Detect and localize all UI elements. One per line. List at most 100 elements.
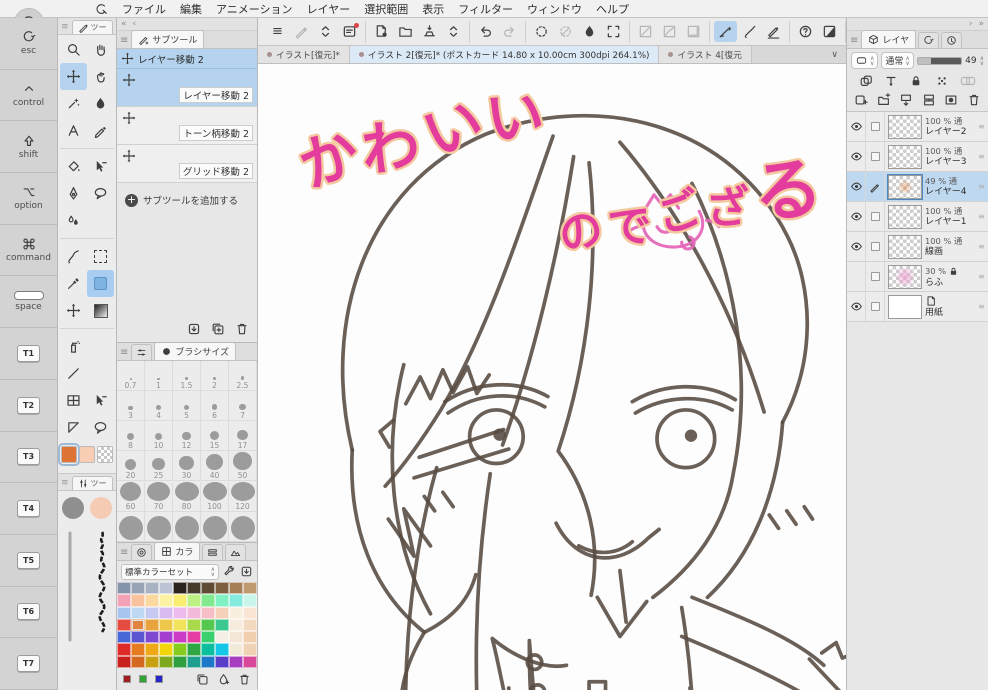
layer-drag-handle[interactable]: ≡ [978,272,988,281]
palm-support-icon[interactable] [794,21,817,42]
tab-tool-property[interactable]: ツー [71,476,113,490]
layer-visibility-toggle[interactable] [847,232,866,261]
palette-swatch[interactable] [243,618,257,632]
layer-visibility-toggle[interactable] [847,142,866,171]
auto-select-tool[interactable] [60,90,87,117]
palette-swatch[interactable] [229,655,243,668]
brush-size-cell[interactable]: 120 [229,481,257,512]
palette-swatch[interactable] [229,618,243,632]
blend-to-below-icon[interactable] [859,74,873,88]
palette-swatch[interactable] [159,618,173,632]
palette-swatch[interactable] [159,606,173,619]
palette-swatch[interactable] [131,655,145,668]
shortcut-key-t4[interactable]: T4 [0,483,57,535]
palette-swatch[interactable] [117,618,131,632]
grab-tool[interactable] [87,63,114,90]
palette-swatch[interactable] [187,606,201,619]
layer-row[interactable]: 100 % 通線画 ≡ [847,232,988,262]
palette-swatch[interactable] [117,643,131,656]
palette-swatch[interactable] [145,606,159,619]
pen-tool[interactable] [60,180,87,207]
palette-swatch[interactable] [201,643,215,656]
palette-swatch[interactable] [243,582,257,595]
panel-menu-icon[interactable]: ≡ [850,35,858,48]
palette-swatch[interactable] [117,655,131,668]
shortcut-key-control[interactable]: control [0,69,57,122]
subtool-item[interactable]: トーン柄移動 2 [117,107,257,145]
layer-thumbnail[interactable] [888,264,922,289]
palette-swatch[interactable] [229,594,243,607]
tab-layer-property[interactable] [918,32,940,48]
move-layer-tool[interactable] [60,63,87,90]
palette-swatch[interactable] [159,631,173,644]
decoration-tool[interactable] [60,333,87,360]
brush-size-cell[interactable]: 7 [229,391,257,422]
palette-swatch[interactable] [187,618,201,632]
document-tab[interactable]: イラスト 2[復元]* (ポストカード 14.80 x 10.00cm 300d… [349,46,660,63]
palette-swatch[interactable] [117,606,131,619]
new-file-icon[interactable] [370,21,393,42]
brush-size-cell[interactable]: 4 [145,391,173,422]
fill-icon[interactable] [578,21,601,42]
sub-color-swatch[interactable] [79,446,95,463]
palette-swatch[interactable] [229,631,243,644]
quick-color-swatch[interactable] [123,675,131,683]
add-subtool-button[interactable]: + サブツールを追加する [117,183,257,217]
expand-icon[interactable] [442,21,465,42]
palette-swatch[interactable] [215,631,229,644]
edit-icon[interactable] [290,21,313,42]
layer-thumbnail[interactable] [888,204,922,229]
palette-swatch[interactable] [173,631,187,644]
duplicate-subtool-icon[interactable] [211,322,225,336]
brush-size-cell[interactable]: 0.7 [117,361,145,391]
replace-color-icon[interactable] [217,673,230,686]
pencil-line-icon[interactable] [762,21,785,42]
brush-size-cell[interactable]: 1.5 [173,361,201,391]
delete-layer-icon[interactable] [967,93,981,107]
enable-mask-icon[interactable] [960,74,976,88]
brush-size-cell[interactable]: 12 [173,421,201,452]
tab-subtool[interactable]: サブツール [131,30,205,48]
subtool-item[interactable]: グリッド移動 2 [117,145,257,183]
opacity-stepper-icon[interactable]: ∧ ∨ [980,55,984,66]
merge-to-below-icon[interactable] [922,93,936,107]
menu-item[interactable]: 表示 [422,1,444,17]
brush-size-cell[interactable]: 10 [145,421,173,452]
palette-swatch[interactable] [229,582,243,595]
brush-size-cell[interactable]: 17 [229,421,257,452]
panel-menu-icon[interactable]: ≡ [120,347,128,360]
shortcut-key-space[interactable]: space [0,276,57,329]
collapse-right-icon[interactable]: » [978,19,984,29]
layer-drag-handle[interactable]: ≡ [978,122,988,131]
palette-swatch[interactable] [187,631,201,644]
brush-tip-preview-1[interactable] [62,497,84,519]
brush-size-cell[interactable]: 70 [145,481,173,512]
shortcut-key-command[interactable]: command [0,224,57,277]
export-icon[interactable] [418,21,441,42]
airbrush-tool[interactable] [87,117,114,144]
layer-row[interactable]: 100 % 通レイヤー1 ≡ [847,202,988,232]
menu-item[interactable]: ウィンドウ [527,1,582,17]
line-tool[interactable] [60,360,87,387]
brush-size-cell[interactable]: 60 [117,481,145,512]
panel-menu-icon[interactable]: ≡ [120,547,128,560]
brush-size-cell[interactable]: 15 [201,421,229,452]
palette-swatch[interactable] [159,594,173,607]
palette-swatch[interactable] [201,655,215,668]
palette-swatch[interactable] [243,594,257,607]
palette-swatch[interactable] [201,618,215,632]
figure-select-tool[interactable] [87,180,114,207]
palette-swatch[interactable] [173,655,187,668]
smooth-stroke-preview[interactable] [66,529,74,644]
shortcut-key-t5[interactable]: T5 [0,534,57,587]
brush-size-cell[interactable] [201,511,229,542]
selection-launcher[interactable] [87,270,114,297]
panel-menu-icon[interactable]: ≡ [120,35,128,48]
text-tool[interactable] [60,117,87,144]
zoom-tool[interactable] [60,36,87,63]
brush-size-cell[interactable]: 50 [229,451,257,482]
palette-swatch[interactable] [173,643,187,656]
layer-select-column[interactable] [866,232,885,261]
opacity-slider[interactable] [916,56,963,65]
layer-row[interactable]: 100 % 通レイヤー2 ≡ [847,112,988,142]
